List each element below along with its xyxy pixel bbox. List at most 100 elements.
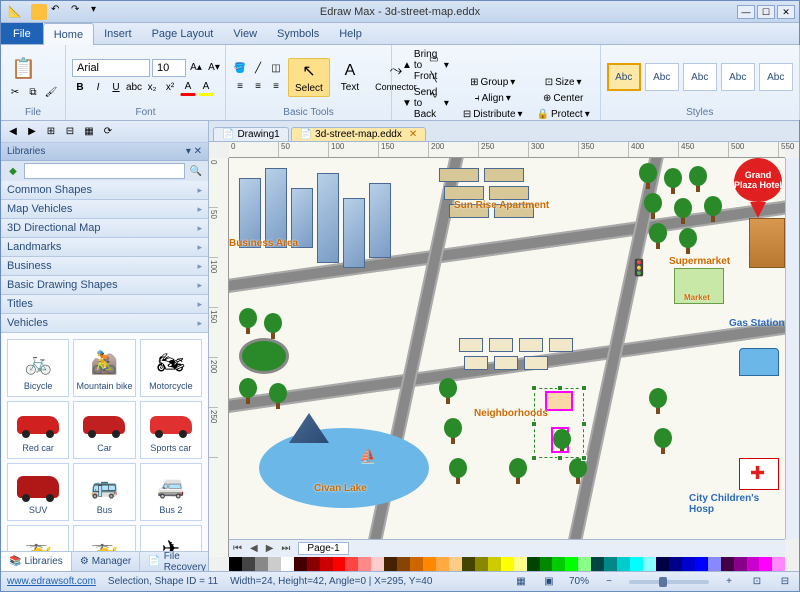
canvas[interactable]: ⛵ Grand Plaza Hotel 🚦 bbox=[229, 158, 785, 539]
house[interactable] bbox=[549, 338, 573, 352]
tree[interactable] bbox=[509, 458, 527, 484]
strike-button[interactable]: abc bbox=[126, 80, 142, 96]
house[interactable] bbox=[524, 356, 548, 370]
color-swatch[interactable] bbox=[552, 557, 565, 571]
color-swatch[interactable] bbox=[527, 557, 540, 571]
cat-landmarks[interactable]: Landmarks bbox=[1, 238, 208, 257]
cat-common-shapes[interactable]: Common Shapes bbox=[1, 181, 208, 200]
building[interactable] bbox=[317, 173, 339, 263]
color-swatch[interactable] bbox=[281, 557, 294, 571]
building[interactable] bbox=[265, 168, 287, 248]
mountain[interactable] bbox=[289, 413, 329, 443]
sidebar-icon1[interactable]: ⊞ bbox=[43, 124, 59, 140]
color-palette[interactable] bbox=[229, 557, 785, 571]
tree[interactable] bbox=[444, 418, 462, 444]
style-4[interactable]: Abc bbox=[721, 63, 755, 91]
cat-titles[interactable]: Titles bbox=[1, 295, 208, 314]
house[interactable] bbox=[464, 356, 488, 370]
hospital-building[interactable] bbox=[739, 458, 779, 490]
label-neighborhoods[interactable]: Neighborhoods bbox=[474, 408, 548, 419]
send-back-button[interactable]: ▼ Send to Back ▾ bbox=[398, 85, 453, 122]
color-swatch[interactable] bbox=[682, 557, 695, 571]
shape-helicopter-2[interactable]: 🚁Helicopter 2 bbox=[73, 525, 135, 551]
shape-car[interactable]: Car bbox=[73, 401, 135, 459]
decrease-font-icon[interactable]: A▾ bbox=[206, 60, 222, 76]
maximize-button[interactable]: ☐ bbox=[757, 5, 775, 19]
color-swatch[interactable] bbox=[734, 557, 747, 571]
shape-suv[interactable]: SUV bbox=[7, 463, 69, 521]
tree[interactable] bbox=[639, 163, 657, 189]
color-swatch[interactable] bbox=[358, 557, 371, 571]
tree[interactable] bbox=[704, 196, 722, 222]
italic-button[interactable]: I bbox=[90, 80, 106, 96]
tab-file-recovery[interactable]: 📄 File Recovery bbox=[140, 552, 215, 571]
color-swatch[interactable] bbox=[630, 557, 643, 571]
color-swatch[interactable] bbox=[229, 557, 242, 571]
hotel-marker[interactable]: Grand Plaza Hotel bbox=[734, 158, 782, 218]
text-tool-button[interactable]: A Text bbox=[334, 59, 366, 96]
sidebar-fwd-icon[interactable]: ▶ bbox=[24, 124, 40, 140]
doctab-drawing1[interactable]: 📄 Drawing1 bbox=[213, 127, 289, 141]
shadow-icon[interactable]: ◫ bbox=[268, 60, 284, 76]
tab-libraries[interactable]: 📚 Libraries bbox=[1, 552, 72, 571]
page-next[interactable]: ▶ bbox=[262, 543, 278, 554]
protect-button[interactable]: 🔒 Protect ▾ bbox=[533, 107, 594, 122]
fit-width-icon[interactable]: ⊟ bbox=[777, 574, 793, 590]
tree[interactable] bbox=[649, 388, 667, 414]
sidebar-icon3[interactable]: ▦ bbox=[81, 124, 97, 140]
minimize-button[interactable]: — bbox=[737, 5, 755, 19]
color-swatch[interactable] bbox=[423, 557, 436, 571]
menu-home[interactable]: Home bbox=[43, 23, 94, 45]
shape-sports-car[interactable]: Sports car bbox=[140, 401, 202, 459]
stadium[interactable] bbox=[239, 338, 289, 374]
traffic-light[interactable]: 🚦 bbox=[629, 258, 649, 278]
color-swatch[interactable] bbox=[759, 557, 772, 571]
tree[interactable] bbox=[569, 458, 587, 484]
color-swatch[interactable] bbox=[294, 557, 307, 571]
label-business[interactable]: Business Area bbox=[229, 238, 298, 249]
selected-tree[interactable] bbox=[551, 427, 569, 453]
color-swatch[interactable] bbox=[514, 557, 527, 571]
selected-house[interactable] bbox=[545, 391, 573, 411]
color-swatch[interactable] bbox=[436, 557, 449, 571]
gas-station-building[interactable] bbox=[739, 348, 779, 376]
cut-icon[interactable]: ✂ bbox=[7, 85, 23, 101]
align-right-icon[interactable]: ≡ bbox=[268, 78, 284, 94]
shape-airplane[interactable]: ✈Airplane bbox=[140, 525, 202, 551]
color-swatch[interactable] bbox=[268, 557, 281, 571]
color-swatch[interactable] bbox=[747, 557, 760, 571]
style-2[interactable]: Abc bbox=[645, 63, 679, 91]
apartment[interactable] bbox=[489, 186, 529, 200]
format-painter-icon[interactable]: 🖌 bbox=[43, 85, 59, 101]
select-tool-button[interactable]: ↖ Select bbox=[288, 58, 330, 97]
style-1[interactable]: Abc bbox=[607, 63, 641, 91]
view-normal-icon[interactable]: ▦ bbox=[513, 574, 529, 590]
label-sunrise[interactable]: Sun Rise Apartment bbox=[454, 200, 549, 211]
shape-bus-2[interactable]: 🚐Bus 2 bbox=[140, 463, 202, 521]
view-full-icon[interactable]: ▣ bbox=[541, 574, 557, 590]
lake[interactable] bbox=[259, 428, 429, 508]
paste-button[interactable]: 📋 bbox=[7, 54, 40, 83]
zoom-out-button[interactable]: − bbox=[601, 574, 617, 590]
color-swatch[interactable] bbox=[488, 557, 501, 571]
align-left-icon[interactable]: ≡ bbox=[232, 78, 248, 94]
align-center-icon[interactable]: ≡ bbox=[250, 78, 266, 94]
menu-view[interactable]: View bbox=[223, 23, 267, 44]
color-swatch[interactable] bbox=[333, 557, 346, 571]
page-first[interactable]: ⏮ bbox=[229, 543, 246, 554]
label-lake[interactable]: Civan Lake bbox=[314, 483, 367, 494]
color-swatch[interactable] bbox=[255, 557, 268, 571]
style-5[interactable]: Abc bbox=[759, 63, 793, 91]
scrollbar-vertical[interactable] bbox=[785, 158, 799, 539]
color-swatch[interactable] bbox=[397, 557, 410, 571]
color-swatch[interactable] bbox=[772, 557, 785, 571]
qat-save-icon[interactable] bbox=[31, 4, 47, 20]
color-swatch[interactable] bbox=[410, 557, 423, 571]
tree[interactable] bbox=[644, 193, 662, 219]
label-hospital[interactable]: City Children's Hosp bbox=[689, 493, 785, 515]
house[interactable] bbox=[489, 338, 513, 352]
tree[interactable] bbox=[674, 198, 692, 224]
menu-help[interactable]: Help bbox=[329, 23, 372, 44]
sailboat[interactable]: ⛵ bbox=[359, 448, 376, 465]
tab-manager[interactable]: ⚙ Manager bbox=[72, 552, 140, 571]
